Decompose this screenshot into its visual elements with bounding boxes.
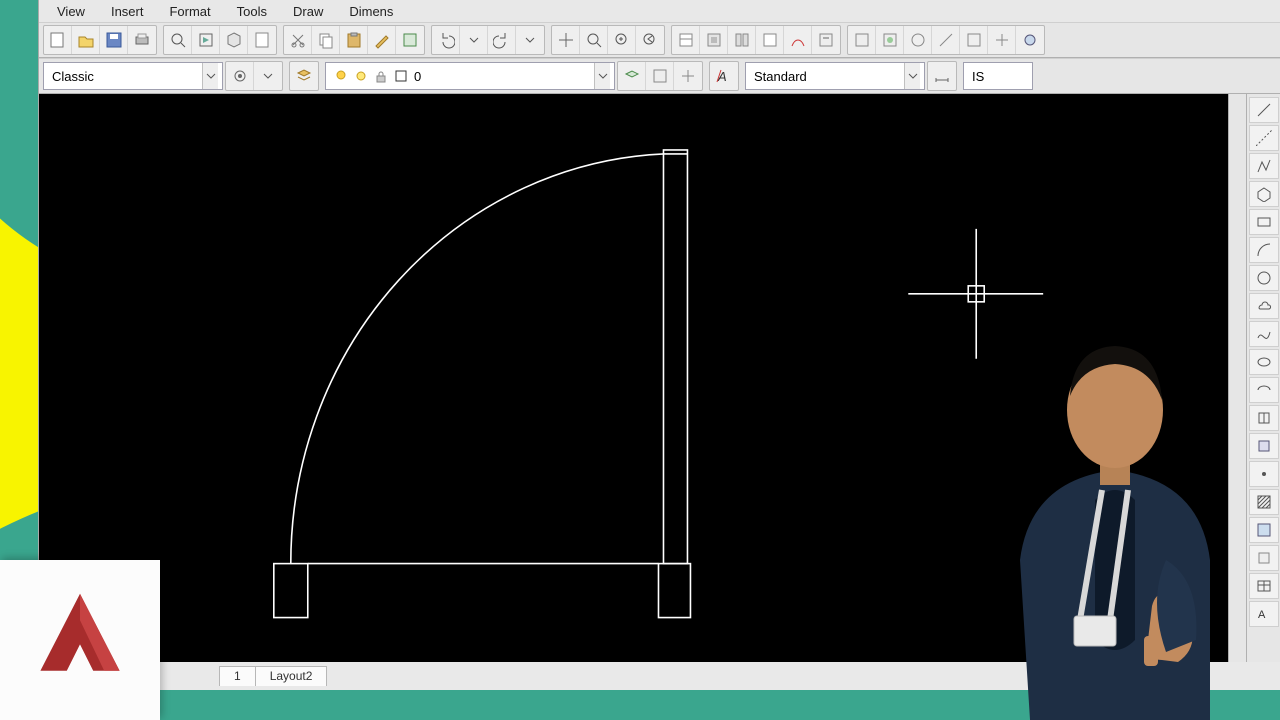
workspace-settings-icon[interactable] xyxy=(226,62,254,90)
zoom-window-icon[interactable] xyxy=(608,26,636,54)
layout-tabs: 1 Layout2 xyxy=(39,662,1280,690)
vertical-scrollbar[interactable] xyxy=(1228,94,1246,662)
print-icon[interactable] xyxy=(128,26,156,54)
crosshair-cursor xyxy=(39,94,1280,660)
autocad-window: View Insert Format Tools Draw Dimens xyxy=(38,0,1280,690)
dim-style-label: IS xyxy=(972,69,984,84)
cube-icon[interactable] xyxy=(220,26,248,54)
undo-dropdown-icon[interactable] xyxy=(460,26,488,54)
extra1-icon[interactable] xyxy=(848,26,876,54)
workspace-dropdown[interactable]: Classic xyxy=(43,62,223,90)
layer-properties-icon[interactable] xyxy=(290,62,318,90)
insert-block-icon[interactable] xyxy=(1249,405,1279,431)
autocad-logo xyxy=(0,560,160,720)
lightbulb-icon xyxy=(334,69,348,83)
markup-icon[interactable] xyxy=(784,26,812,54)
make-block-icon[interactable] xyxy=(1249,433,1279,459)
polyline-icon[interactable] xyxy=(1249,153,1279,179)
match-props-icon[interactable] xyxy=(368,26,396,54)
tool-palettes-icon[interactable] xyxy=(728,26,756,54)
menu-dimension[interactable]: Dimens xyxy=(349,4,393,19)
right-toolbar: A xyxy=(1246,94,1280,662)
pan-icon[interactable] xyxy=(552,26,580,54)
table-icon[interactable] xyxy=(1249,573,1279,599)
sun-icon xyxy=(354,69,368,83)
sheet-set-icon[interactable] xyxy=(756,26,784,54)
plot-preview-icon[interactable] xyxy=(164,26,192,54)
ellipse-icon[interactable] xyxy=(1249,349,1279,375)
save-icon[interactable] xyxy=(100,26,128,54)
sheet-icon[interactable] xyxy=(248,26,276,54)
spline-icon[interactable] xyxy=(1249,321,1279,347)
hatch-icon[interactable] xyxy=(1249,489,1279,515)
text-style-label: Standard xyxy=(754,69,807,84)
layer-name: 0 xyxy=(414,69,421,84)
tab-layout1[interactable]: 1 xyxy=(219,666,256,686)
revision-cloud-icon[interactable] xyxy=(1249,293,1279,319)
extra4-icon[interactable] xyxy=(932,26,960,54)
extra6-icon[interactable] xyxy=(988,26,1016,54)
toolbar-standard xyxy=(39,22,1280,58)
svg-text:A: A xyxy=(1258,609,1266,621)
menu-tools[interactable]: Tools xyxy=(237,4,267,19)
drawing-area[interactable]: A xyxy=(39,94,1280,662)
copy-icon[interactable] xyxy=(312,26,340,54)
rectangle-icon[interactable] xyxy=(1249,209,1279,235)
polygon-icon[interactable] xyxy=(1249,181,1279,207)
undo-icon[interactable] xyxy=(432,26,460,54)
new-icon[interactable] xyxy=(44,26,72,54)
open-icon[interactable] xyxy=(72,26,100,54)
ellipse-arc-icon[interactable] xyxy=(1249,377,1279,403)
redo-dropdown-icon[interactable] xyxy=(516,26,544,54)
chevron-down-icon xyxy=(594,63,610,89)
extra3-icon[interactable] xyxy=(904,26,932,54)
zoom-previous-icon[interactable] xyxy=(636,26,664,54)
layer-iso-icon[interactable] xyxy=(674,62,702,90)
arc-icon[interactable] xyxy=(1249,237,1279,263)
menu-insert[interactable]: Insert xyxy=(111,4,144,19)
layer-prev-icon[interactable] xyxy=(618,62,646,90)
chevron-down-icon xyxy=(202,63,218,89)
text-style-icon[interactable]: A xyxy=(710,62,738,90)
tab-layout2[interactable]: Layout2 xyxy=(255,666,328,686)
menu-draw[interactable]: Draw xyxy=(293,4,323,19)
construction-line-icon[interactable] xyxy=(1249,125,1279,151)
extra7-icon[interactable] xyxy=(1016,26,1044,54)
dimstyle-icon[interactable] xyxy=(928,62,956,90)
line-tool-icon[interactable] xyxy=(1249,97,1279,123)
menubar: View Insert Format Tools Draw Dimens xyxy=(39,0,1280,22)
layer-dropdown[interactable]: 0 xyxy=(325,62,615,90)
lock-icon xyxy=(374,69,388,83)
zoom-realtime-icon[interactable] xyxy=(580,26,608,54)
region-icon[interactable] xyxy=(1249,545,1279,571)
circle-icon[interactable] xyxy=(1249,265,1279,291)
workspace-drop-icon[interactable] xyxy=(254,62,282,90)
cut-icon[interactable] xyxy=(284,26,312,54)
properties-icon[interactable] xyxy=(672,26,700,54)
toolbar-layers-styles: Classic 0 A Standard xyxy=(39,58,1280,94)
design-center-icon[interactable] xyxy=(700,26,728,54)
text-style-dropdown[interactable]: Standard xyxy=(745,62,925,90)
quickcalc-icon[interactable] xyxy=(812,26,840,54)
layer-states-icon[interactable] xyxy=(646,62,674,90)
point-icon[interactable] xyxy=(1249,461,1279,487)
dim-style-dropdown[interactable]: IS xyxy=(963,62,1033,90)
paste-icon[interactable] xyxy=(340,26,368,54)
workspace-label: Classic xyxy=(52,69,94,84)
menu-format[interactable]: Format xyxy=(169,4,210,19)
extra5-icon[interactable] xyxy=(960,26,988,54)
redo-icon[interactable] xyxy=(488,26,516,54)
menu-view[interactable]: View xyxy=(57,4,85,19)
gradient-icon[interactable] xyxy=(1249,517,1279,543)
publish-icon[interactable] xyxy=(192,26,220,54)
layer-color-icon xyxy=(394,69,408,83)
extra2-icon[interactable] xyxy=(876,26,904,54)
block-editor-icon[interactable] xyxy=(396,26,424,54)
mtext-icon[interactable]: A xyxy=(1249,601,1279,627)
